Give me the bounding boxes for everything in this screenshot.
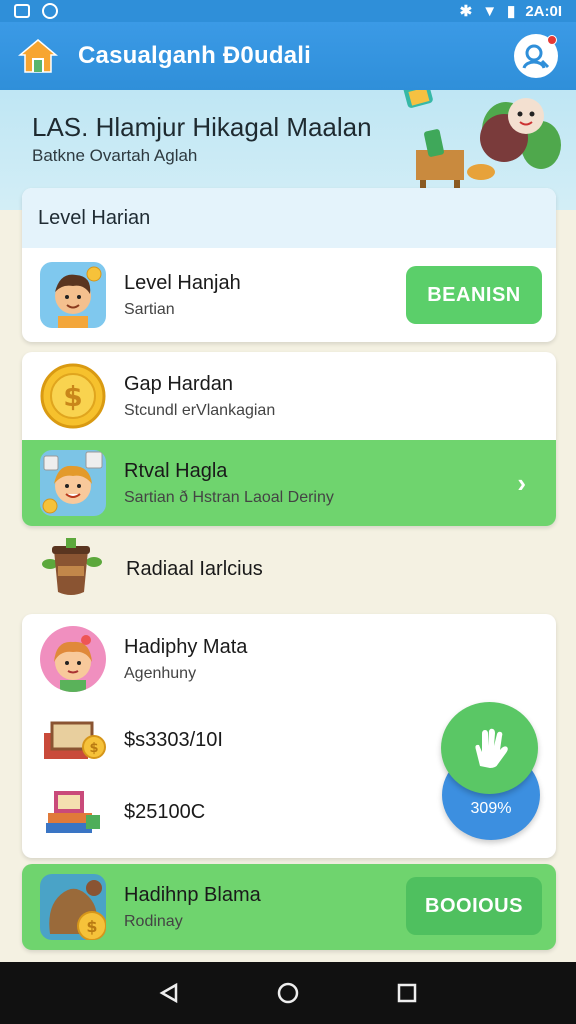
chest-coin-icon: $ xyxy=(44,721,106,759)
home-icon[interactable] xyxy=(17,36,59,76)
profile-button[interactable] xyxy=(514,34,558,78)
bonus-card: $ Hadihnp Blama Rodinay BOOIOUS xyxy=(22,864,556,950)
hero-subtitle: Batkne Ovartah Aglah xyxy=(32,146,198,165)
svg-text:$: $ xyxy=(63,380,82,413)
reward-value: $25100C xyxy=(124,800,206,823)
kid-dice-avatar xyxy=(40,450,106,516)
list-item[interactable]: Level Hanjah Sartian BEANISN xyxy=(22,248,556,342)
item-title: Radiaal Iarlcius xyxy=(126,557,263,580)
item-subtitle: Rodinay xyxy=(124,912,183,930)
progress-percent: 309% xyxy=(470,800,512,817)
app-bar: Casualganh Ð0udali xyxy=(0,22,576,90)
item-subtitle: Stcundl erVlankagian xyxy=(124,401,276,419)
status-bar: ✱ ▼ ▮ 2A:0I xyxy=(0,0,576,22)
svg-text:$: $ xyxy=(86,917,97,936)
list-item[interactable]: Radiaal Iarlcius xyxy=(38,536,263,602)
back-button[interactable] xyxy=(156,980,182,1006)
user-search-icon xyxy=(522,44,550,69)
hand-icon xyxy=(474,728,508,768)
pot-icon xyxy=(42,538,102,595)
chevron-right-icon: › xyxy=(517,467,526,498)
girl-avatar xyxy=(40,626,106,692)
daily-level-card: Level Harian Level Hanjah Sartian BEANIS… xyxy=(22,188,556,342)
item-subtitle: Sartian ð Hstran Laoal Deriny xyxy=(124,488,334,506)
hand-fab-button[interactable] xyxy=(441,702,538,794)
boy-avatar xyxy=(40,262,106,328)
item-title: Gap Hardan xyxy=(124,372,233,395)
system-nav-bar xyxy=(0,962,576,1024)
status-time: 2A:0I xyxy=(525,2,562,20)
card-header: Level Harian xyxy=(22,188,556,248)
notification-dot xyxy=(547,35,557,45)
bluetooth-icon: ✱ xyxy=(459,3,473,20)
bag-coin-avatar: $ xyxy=(40,874,106,940)
recents-square-icon xyxy=(397,983,416,1003)
list-item[interactable]: $ Hadihnp Blama Rodinay BOOIOUS xyxy=(22,864,556,950)
svg-text:$: $ xyxy=(89,741,98,756)
reward-value: $s3303/10I xyxy=(124,728,223,751)
blocked-icon xyxy=(42,3,58,19)
hero-title: LAS. Hlamjur Hikagal Maalan xyxy=(32,112,372,142)
lock-icon xyxy=(14,4,30,18)
list-item[interactable]: $ Gap Hardan Stcundl erVlankagian xyxy=(22,352,556,440)
recents-button[interactable] xyxy=(394,980,420,1006)
claim-button[interactable]: BEANISN xyxy=(406,266,542,324)
item-title: Rtval Hagla xyxy=(124,459,228,482)
app-title: Casualganh Ð0udali xyxy=(78,42,311,69)
bonus-button[interactable]: BOOIOUS xyxy=(406,877,542,935)
list-item-highlighted[interactable]: Rtval Hagla Sartian ð Hstran Laoal Derin… xyxy=(22,440,556,526)
books-icon xyxy=(46,791,100,833)
wifi-icon: ▼ xyxy=(482,2,498,20)
item-title: Hadiphy Mata xyxy=(124,635,248,658)
activity-card: $ Gap Hardan Stcundl erVlankagian Rtval … xyxy=(22,352,556,526)
item-title: Hadihnp Blama xyxy=(124,883,261,906)
home-circle-icon xyxy=(277,982,299,1004)
item-subtitle: Agenhuny xyxy=(124,664,197,682)
item-title: Level Hanjah xyxy=(124,271,241,294)
battery-icon: ▮ xyxy=(507,3,516,20)
home-nav-button[interactable] xyxy=(275,980,301,1006)
back-triangle-icon xyxy=(159,982,178,1004)
item-subtitle: Sartian xyxy=(124,300,175,318)
coin-icon: $ xyxy=(40,363,106,429)
list-item[interactable]: Hadiphy Mata Agenhuny xyxy=(22,614,556,704)
